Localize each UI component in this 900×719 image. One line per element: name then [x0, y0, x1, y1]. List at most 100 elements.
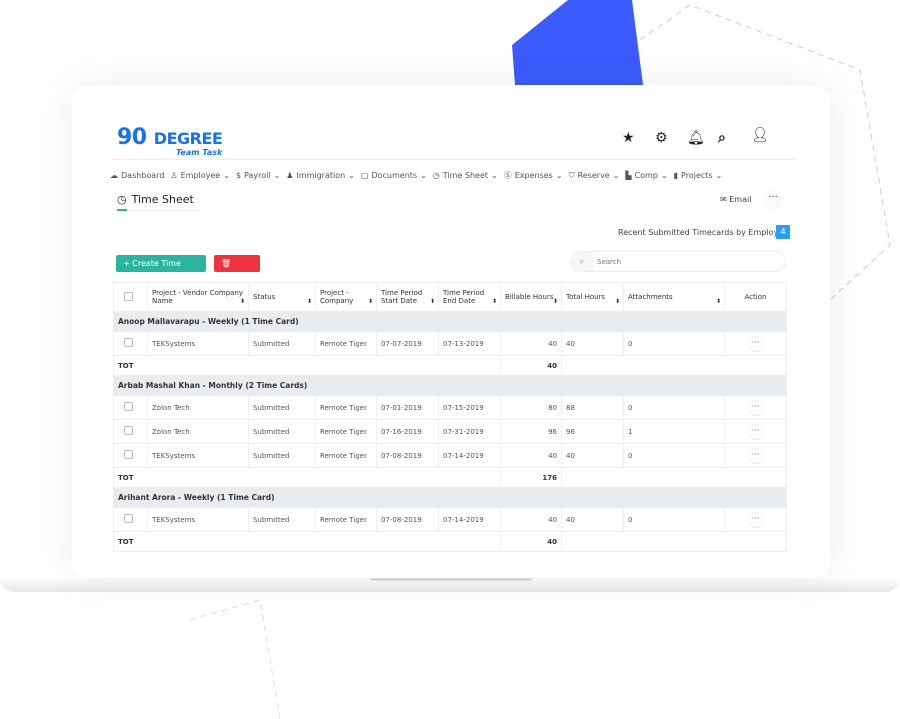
cell: Submitted: [248, 395, 316, 420]
row-actions-button[interactable]: ···: [747, 423, 764, 440]
cell: Remote Tiger: [315, 395, 377, 420]
total-row: TOT 40: [113, 531, 787, 552]
nav-item-documents[interactable]: ▢ Documents ⌄: [361, 170, 427, 181]
cell: 1: [623, 419, 725, 444]
cell: Zolon Tech: [147, 419, 249, 444]
sort-icon[interactable]: ⬍: [430, 298, 435, 305]
sort-icon[interactable]: ⬍: [716, 298, 721, 305]
page-title: ◷ Time Sheet: [117, 193, 194, 206]
chevron-down-icon: ⌄: [491, 171, 498, 180]
cell: 96: [500, 419, 562, 444]
cell: 07-08-2019: [376, 507, 439, 532]
group-row: Anoop Mallavarapu - Weekly (1 Time Card): [113, 311, 787, 332]
nav-item-reserve[interactable]: ⛉ Reserve ⌄: [569, 170, 620, 181]
nav-item-employee[interactable]: ♙ Employee ⌄: [170, 170, 230, 181]
bell-icon[interactable]: 🔔︎: [687, 130, 705, 146]
row-checkbox[interactable]: [113, 331, 148, 356]
column-header[interactable]: Status ⬍: [248, 282, 316, 312]
mail-icon: ✉: [720, 195, 730, 204]
recent-timecards-label: Recent Submitted Timecards by Employee: [618, 228, 789, 237]
row-checkbox[interactable]: [113, 507, 148, 532]
row-actions-button[interactable]: ···: [747, 511, 764, 528]
cell: 0: [623, 443, 725, 468]
nav-item-projects[interactable]: ▮ Projects ⌄: [674, 170, 723, 181]
recent-count-badge[interactable]: 4: [776, 225, 790, 239]
cell: Remote Tiger: [315, 331, 377, 356]
group-row: Arihant Arora - Weekly (1 Time Card): [113, 487, 787, 508]
search-input[interactable]: [593, 257, 773, 266]
chevron-down-icon: ⌄: [715, 171, 723, 180]
nav-item-comp[interactable]: ▙ Comp ⌄: [625, 170, 667, 181]
cell: 07-13-2019: [438, 331, 501, 356]
nav-item-immigration[interactable]: ♟ Immigration ⌄: [286, 170, 355, 181]
cell: 07-14-2019: [438, 507, 501, 532]
cell: 40: [561, 443, 624, 468]
cell: 07-14-2019: [438, 443, 501, 468]
cell: 07-07-2019: [376, 331, 439, 356]
sort-icon[interactable]: ⬍: [492, 298, 497, 305]
divider: [112, 159, 796, 160]
row-checkbox[interactable]: [113, 443, 148, 468]
clipboard-icon: ▮: [673, 171, 679, 180]
email-button[interactable]: ✉ Email: [720, 195, 751, 204]
chevron-down-icon: ⌄: [612, 171, 620, 180]
app-window: 90 DEGREE Team Task ★ ⚙ 🔔︎ ⌕ 👤︎ ☁ Dashboa…: [72, 85, 830, 578]
star-icon[interactable]: ★: [622, 130, 635, 146]
create-time-sheet-button[interactable]: + Create Time Sheet: [116, 255, 206, 285]
cell: 07-16-2019: [376, 419, 439, 444]
sort-icon[interactable]: ⬍: [615, 298, 620, 305]
total-row: TOT 176: [113, 467, 787, 488]
coin-icon: Ⓢ: [503, 171, 512, 180]
timesheet-table: Project - Vendor Company Name ⬍ Status ⬍ Pro…: [113, 282, 787, 552]
cell: 0: [623, 395, 725, 420]
more-options-button[interactable]: ···: [762, 189, 784, 211]
chevron-down-icon: ⌄: [223, 171, 230, 180]
chevron-down-icon: ⌄: [273, 171, 281, 180]
chevron-down-icon: ⌄: [348, 171, 355, 180]
column-header[interactable]: Billable Hours ⬍: [500, 282, 562, 312]
chevron-down-icon: ⌄: [555, 171, 563, 180]
nav-item-payroll[interactable]: $ Payroll ⌄: [236, 170, 280, 181]
total-row: TOT 40: [113, 355, 787, 376]
sort-icon[interactable]: ⬍: [307, 298, 312, 305]
row-actions-button[interactable]: ···: [747, 399, 764, 416]
title-underline: [117, 209, 127, 211]
column-header[interactable]: Project - Vendor Company Name ⬍: [147, 282, 249, 312]
row-checkbox[interactable]: [113, 395, 148, 420]
column-header[interactable]: Project - Company ⬍: [315, 282, 377, 312]
column-header[interactable]: Time Period Start Date ⬍: [376, 282, 439, 312]
group-row: Arbab Mashal Khan - Monthly (2 Time Card…: [113, 375, 787, 396]
column-header[interactable]: Total Hours ⬍: [561, 282, 624, 312]
sort-icon[interactable]: ⬍: [553, 298, 558, 305]
column-header[interactable]: Attachments ⬍: [623, 282, 725, 312]
search-icon[interactable]: ⌕: [718, 130, 726, 146]
sort-icon[interactable]: ⬍: [368, 298, 373, 305]
row-actions-button[interactable]: ···: [747, 447, 764, 464]
divider: [129, 210, 199, 211]
cell: Remote Tiger: [315, 443, 377, 468]
user-icon[interactable]: 👤︎: [751, 127, 769, 143]
cell: Submitted: [248, 507, 316, 532]
row-checkbox[interactable]: [113, 419, 148, 444]
cell: 88: [561, 395, 624, 420]
main-nav: ☁ Dashboard ♙ Employee ⌄ $ Payroll ⌄ ♟ Immigratio…: [110, 170, 722, 181]
cell: 07-15-2019: [438, 395, 501, 420]
nav-item-time-sheet[interactable]: ◷ Time Sheet ⌄: [433, 170, 498, 181]
column-header[interactable]: Action: [724, 282, 787, 312]
chevron-down-icon: ⌄: [660, 171, 668, 180]
row-actions-button[interactable]: ···: [747, 335, 764, 352]
select-all-checkbox[interactable]: [113, 282, 148, 312]
sort-icon[interactable]: ⬍: [240, 298, 245, 305]
nav-item-expenses[interactable]: Ⓢ Expenses ⌄: [504, 170, 563, 181]
column-header[interactable]: Time Period End Date ⬍: [438, 282, 501, 312]
delete-button[interactable]: 🗑︎ Delete: [214, 255, 260, 285]
cell: Remote Tiger: [315, 507, 377, 532]
logo[interactable]: 90 DEGREE: [117, 125, 223, 150]
cell: TEKSystems: [147, 507, 249, 532]
gear-icon[interactable]: ⚙: [655, 130, 668, 146]
nav-item-dashboard[interactable]: ☁ Dashboard: [110, 170, 164, 181]
table-row: Zolon Tech Submitted Remote Tiger 07-16-201…: [113, 419, 787, 444]
chevron-down-icon: ⌄: [420, 171, 427, 180]
cell: 0: [623, 507, 725, 532]
cell: Submitted: [248, 419, 316, 444]
